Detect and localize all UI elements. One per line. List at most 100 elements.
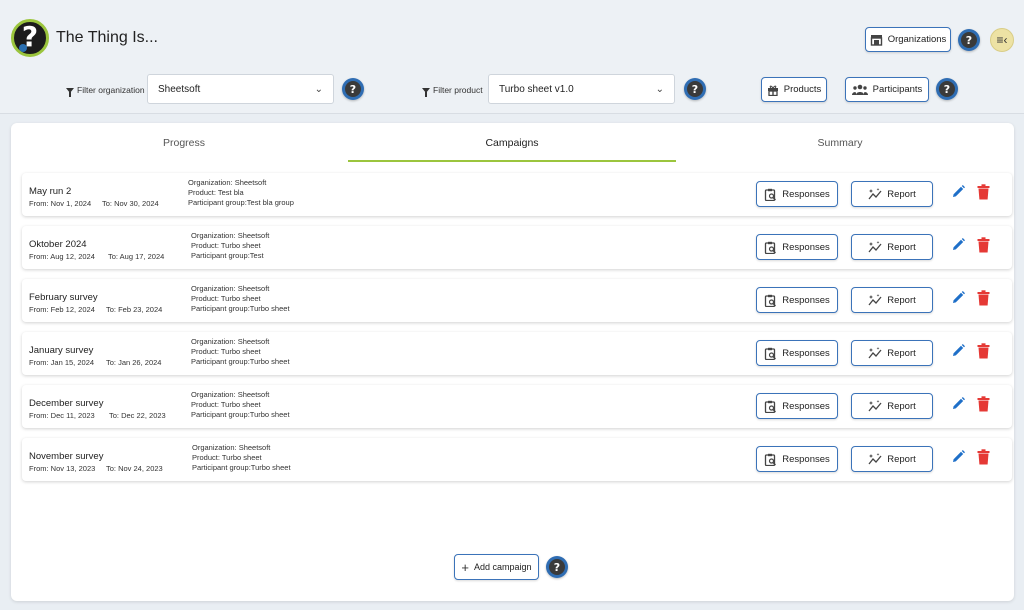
trash-icon[interactable] <box>977 290 990 306</box>
sparkle-chart-icon <box>868 347 882 359</box>
report-label: Report <box>887 294 916 306</box>
filter-product-value: Turbo sheet v1.0 <box>499 83 574 95</box>
pencil-icon[interactable] <box>952 450 965 463</box>
clipboard-search-icon <box>765 347 777 360</box>
campaign-to-date: To: Aug 17, 2024 <box>108 252 165 261</box>
question-mark-logo-icon[interactable]: ? <box>11 19 49 57</box>
campaign-organization: Organization: Sheetsoft <box>191 337 270 346</box>
campaign-name: Oktober 2024 <box>29 239 87 250</box>
campaign-organization: Organization: Sheetsoft <box>192 443 271 452</box>
pencil-icon[interactable] <box>952 238 965 251</box>
campaign-participant-group: Participant group:Test bla group <box>188 198 294 207</box>
add-campaign-label: Add campaign <box>474 562 532 572</box>
campaign-from-date: From: Aug 12, 2024 <box>29 252 95 261</box>
trash-icon[interactable] <box>977 184 990 200</box>
responses-button[interactable]: Responses <box>756 287 838 313</box>
campaign-to-date: To: Nov 30, 2024 <box>102 199 159 208</box>
pencil-icon[interactable] <box>952 397 965 410</box>
responses-label: Responses <box>782 188 830 200</box>
campaign-participant-group: Participant group:Test <box>191 251 264 260</box>
report-button[interactable]: Report <box>851 181 933 207</box>
campaign-product: Product: Turbo sheet <box>191 347 261 356</box>
trash-icon[interactable] <box>977 343 990 359</box>
campaign-row: January survey From: Jan 15, 2024 To: Ja… <box>22 332 1012 375</box>
responses-button[interactable]: Responses <box>756 181 838 207</box>
campaign-product: Product: Turbo sheet <box>192 453 262 462</box>
organizations-label: Organizations <box>887 34 947 45</box>
sparkle-chart-icon <box>868 400 882 412</box>
campaign-participant-group: Participant group:Turbo sheet <box>191 357 290 366</box>
campaign-row: February survey From: Feb 12, 2024 To: F… <box>22 279 1012 322</box>
campaign-from-date: From: Jan 15, 2024 <box>29 358 95 367</box>
campaign-name: February survey <box>29 292 98 303</box>
pencil-icon[interactable] <box>952 344 965 357</box>
sparkle-chart-icon <box>868 188 882 200</box>
responses-button[interactable]: Responses <box>756 340 838 366</box>
report-button[interactable]: Report <box>851 393 933 419</box>
menu-collapse-icon[interactable]: ≡‹ <box>990 28 1014 52</box>
active-tab-indicator <box>348 160 676 162</box>
campaign-to-date: To: Jan 26, 2024 <box>106 358 162 367</box>
tab-progress[interactable]: Progress <box>20 123 348 162</box>
tab-summary[interactable]: Summary <box>676 123 1004 162</box>
trash-icon[interactable] <box>977 449 990 465</box>
pencil-icon[interactable] <box>952 291 965 304</box>
campaign-organization: Organization: Sheetsoft <box>188 178 267 187</box>
clipboard-search-icon <box>765 241 777 254</box>
filter-product-select[interactable]: Turbo sheet v1.0 ⌄ <box>488 74 675 104</box>
campaign-from-date: From: Nov 13, 2023 <box>29 464 96 473</box>
campaign-name: December survey <box>29 398 104 409</box>
gift-icon <box>767 85 778 96</box>
tab-campaigns[interactable]: Campaigns <box>348 123 676 162</box>
trash-icon[interactable] <box>977 237 990 253</box>
campaign-from-date: From: Dec 11, 2023 <box>29 411 95 420</box>
responses-button[interactable]: Responses <box>756 446 838 472</box>
campaign-participant-group: Participant group:Turbo sheet <box>191 410 290 419</box>
help-icon[interactable]: ? <box>546 556 568 578</box>
campaign-row: May run 2 From: Nov 1, 2024 To: Nov 30, … <box>22 173 1012 216</box>
chevron-down-icon: ⌄ <box>314 83 323 95</box>
report-button[interactable]: Report <box>851 287 933 313</box>
filter-organization-select[interactable]: Sheetsoft ⌄ <box>147 74 334 104</box>
products-label: Products <box>783 84 822 95</box>
report-button[interactable]: Report <box>851 234 933 260</box>
campaign-row: December survey From: Dec 11, 2023 To: D… <box>22 385 1012 428</box>
campaign-name: November survey <box>29 451 104 462</box>
report-button[interactable]: Report <box>851 446 933 472</box>
campaign-to-date: To: Feb 23, 2024 <box>106 305 163 314</box>
add-campaign-button[interactable]: + Add campaign <box>454 554 539 580</box>
help-icon[interactable]: ? <box>684 78 706 100</box>
organizations-button[interactable]: Organizations <box>865 27 951 52</box>
report-button[interactable]: Report <box>851 340 933 366</box>
report-label: Report <box>887 241 916 253</box>
campaign-to-date: To: Nov 24, 2023 <box>106 464 163 473</box>
responses-button[interactable]: Responses <box>756 234 838 260</box>
clipboard-search-icon <box>765 400 777 413</box>
pencil-icon[interactable] <box>952 185 965 198</box>
clipboard-search-icon <box>765 453 777 466</box>
participants-button[interactable]: Participants <box>845 77 929 102</box>
campaign-from-date: From: Nov 1, 2024 <box>29 199 92 208</box>
campaign-product: Product: Turbo sheet <box>191 241 261 250</box>
campaign-row: Oktober 2024 From: Aug 12, 2024 To: Aug … <box>22 226 1012 269</box>
responses-label: Responses <box>782 453 830 465</box>
campaign-organization: Organization: Sheetsoft <box>191 284 270 293</box>
help-icon[interactable]: ? <box>342 78 364 100</box>
campaign-product: Product: Test bla <box>188 188 244 197</box>
filter-organization-label: Filter organization <box>66 85 145 97</box>
filter-organization-value: Sheetsoft <box>158 83 201 95</box>
products-button[interactable]: Products <box>761 77 827 102</box>
responses-button[interactable]: Responses <box>756 393 838 419</box>
trash-icon[interactable] <box>977 396 990 412</box>
campaign-participant-group: Participant group:Turbo sheet <box>191 304 290 313</box>
app-header: ? The Thing Is... Organizations ? ≡‹ Fil… <box>0 0 1024 114</box>
campaign-participant-group: Participant group:Turbo sheet <box>192 463 291 472</box>
help-icon[interactable]: ? <box>958 29 980 51</box>
help-icon[interactable]: ? <box>936 78 958 100</box>
sparkle-chart-icon <box>868 453 882 465</box>
clipboard-search-icon <box>765 188 777 201</box>
report-label: Report <box>887 453 916 465</box>
participants-label: Participants <box>872 84 923 95</box>
campaign-product: Product: Turbo sheet <box>191 400 261 409</box>
campaigns-panel: Progress Campaigns Summary May run 2 Fro… <box>11 123 1014 601</box>
